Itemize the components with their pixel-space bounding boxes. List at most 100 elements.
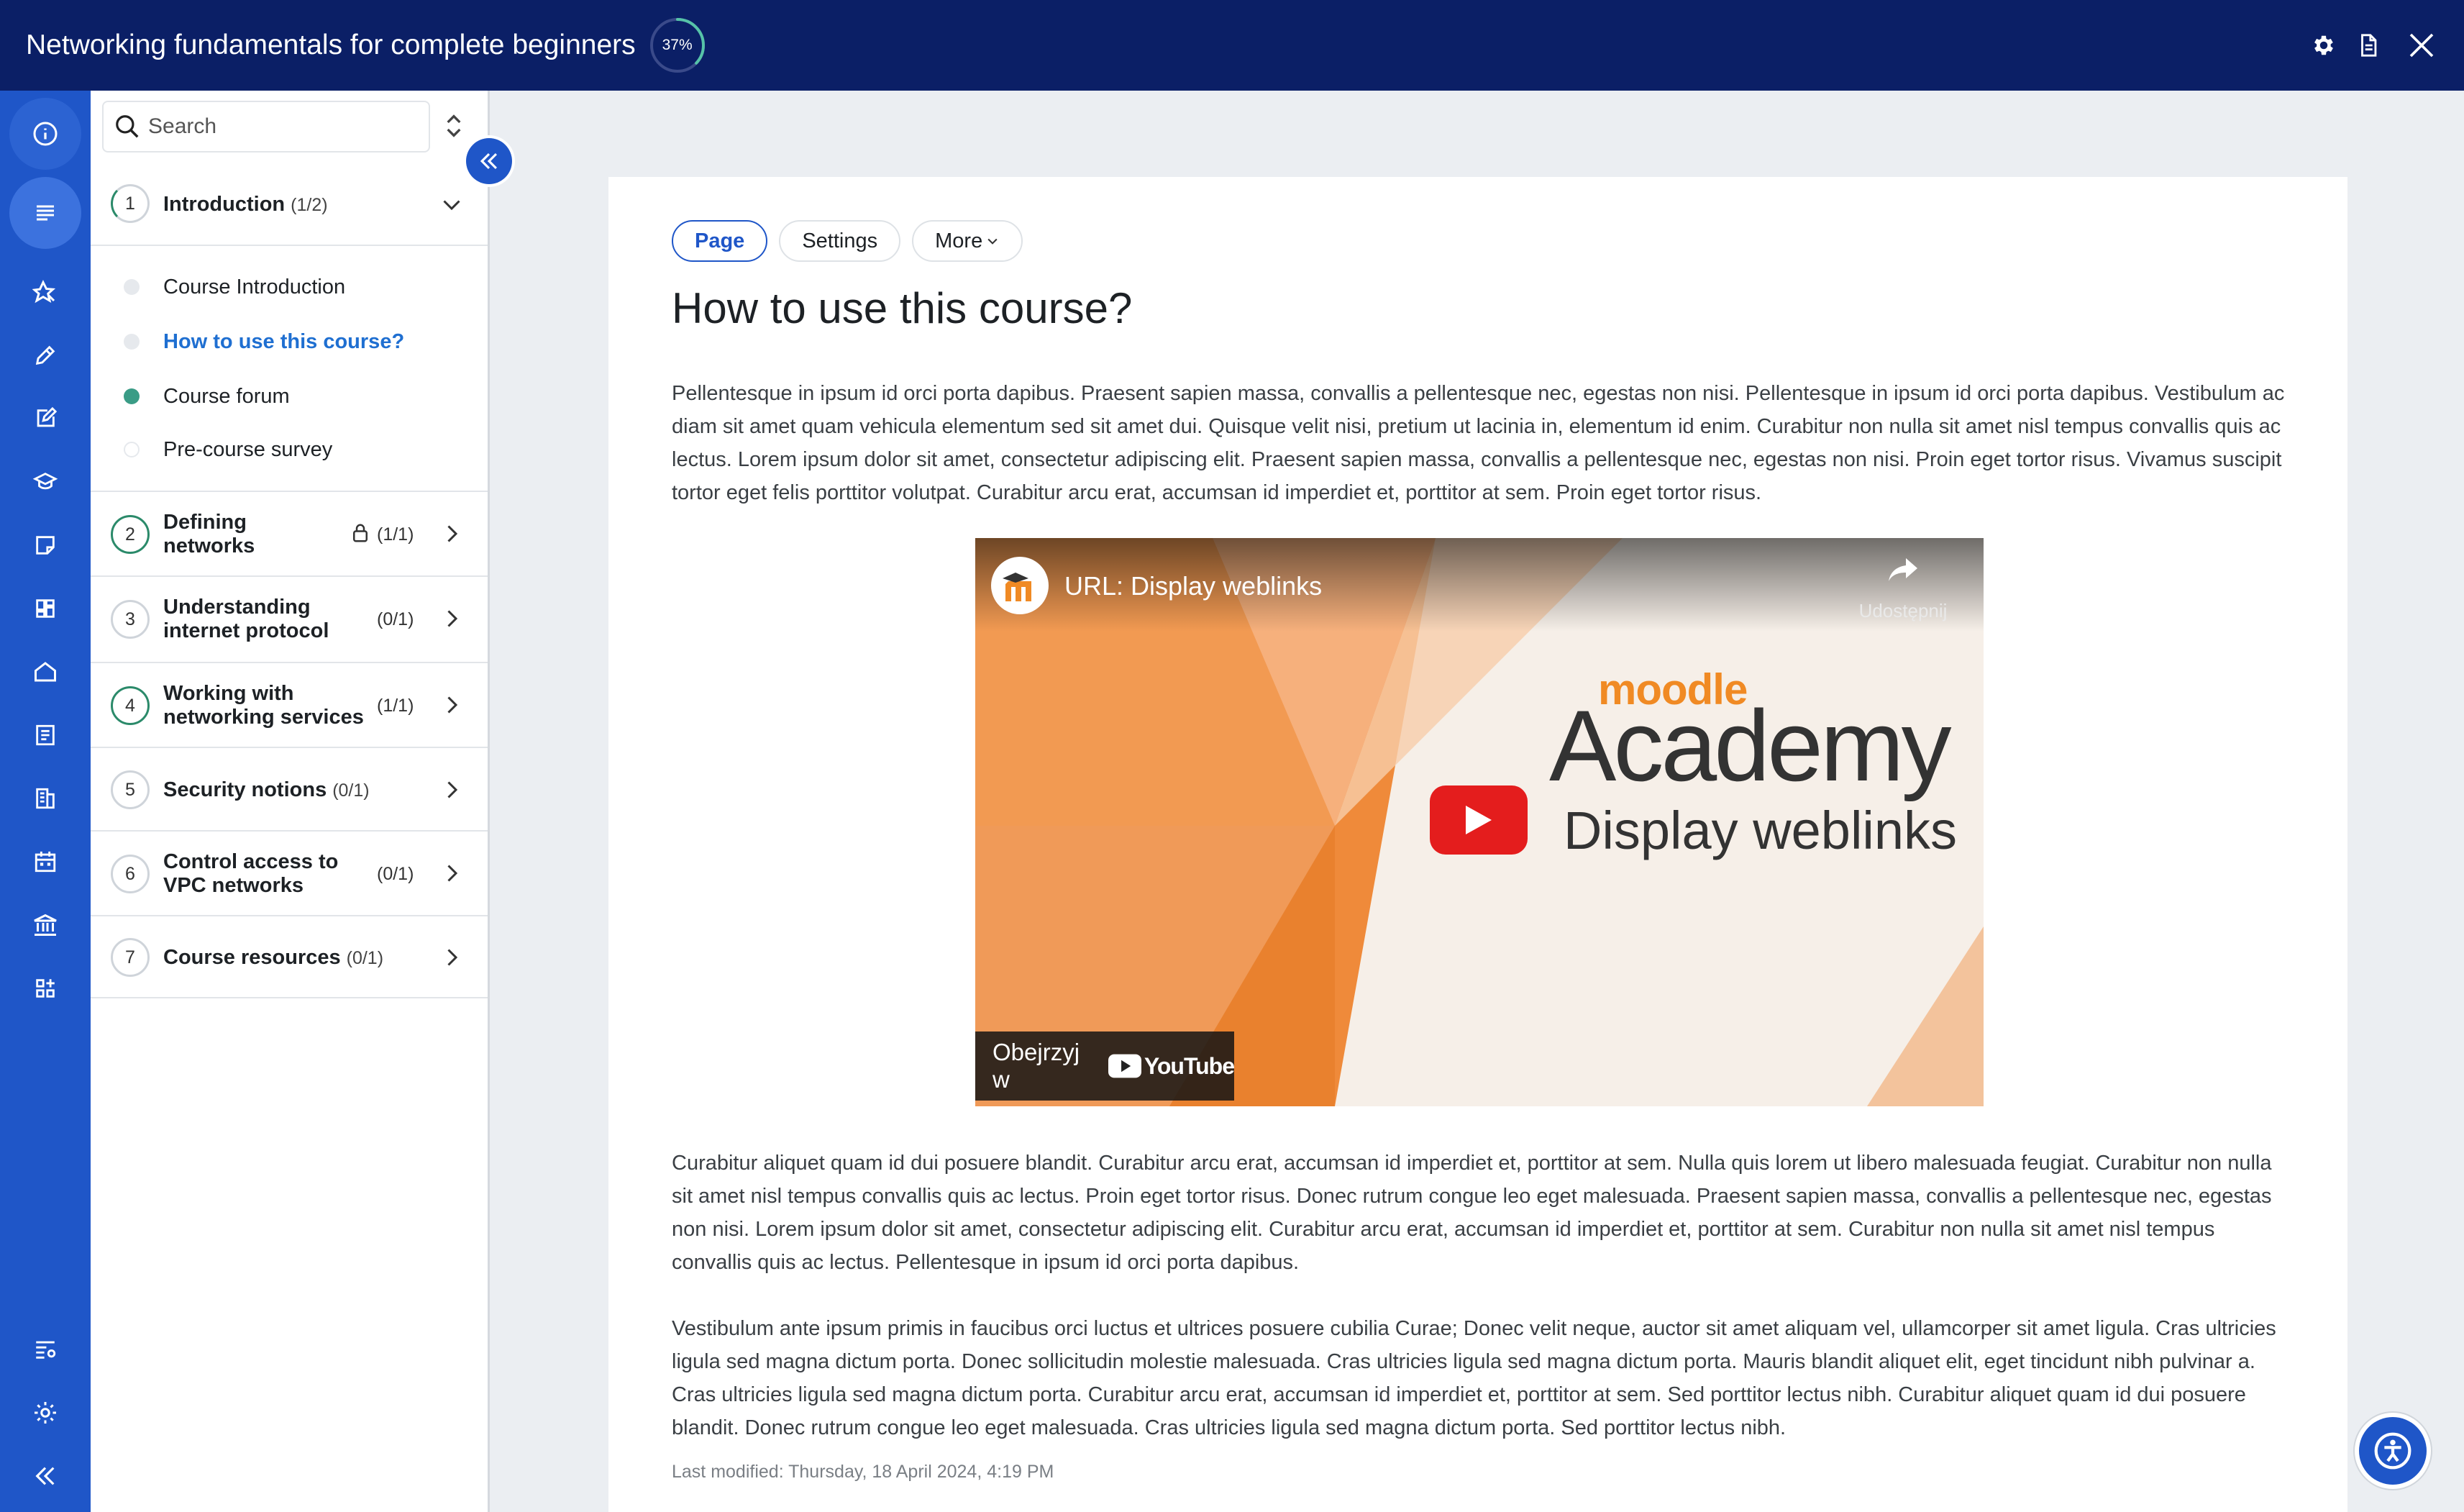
activity-label: How to use this course? xyxy=(163,329,405,353)
pencil-icon[interactable] xyxy=(9,319,81,391)
dashboard-icon[interactable] xyxy=(9,573,81,645)
lock-icon xyxy=(350,521,371,549)
expand-collapse-all-icon[interactable] xyxy=(436,108,472,144)
chevron-right-icon[interactable] xyxy=(439,692,465,721)
video-subtitle: Display weblinks xyxy=(1564,801,1957,860)
apps-icon[interactable] xyxy=(9,952,81,1024)
share-icon xyxy=(1889,558,1917,581)
graduation-cap-icon[interactable] xyxy=(9,446,81,518)
activity-how-to-use[interactable]: How to use this course? xyxy=(91,315,488,368)
chevron-right-icon[interactable] xyxy=(439,521,465,550)
course-index-drawer: 1 Introduction(1/2) Course Introduction … xyxy=(91,91,512,1512)
gear-icon[interactable] xyxy=(9,1377,81,1449)
section-title: Understanding internet protocol xyxy=(163,596,329,642)
activity-course-introduction[interactable]: Course Introduction xyxy=(91,260,488,314)
notes-icon[interactable] xyxy=(9,699,81,771)
accessibility-icon xyxy=(2374,1432,2411,1470)
activity-label: Course Introduction xyxy=(163,275,346,299)
course-index-icon[interactable] xyxy=(9,177,81,249)
content-card: Page Settings More How to use this cours… xyxy=(608,177,2347,1512)
badge-icon[interactable] xyxy=(9,256,81,328)
youtube-wordmark: YouTube xyxy=(1144,1052,1235,1079)
play-icon xyxy=(1466,806,1492,834)
search-icon xyxy=(116,115,139,138)
accessibility-button[interactable] xyxy=(2359,1417,2427,1485)
watch-on-label: Obejrzyj w xyxy=(993,1039,1080,1093)
section-title: Security notions (0/1) xyxy=(163,778,370,801)
section-count: (1/2) xyxy=(291,195,328,215)
paragraph-intro: Pellentesque in ipsum id orci porta dapi… xyxy=(672,382,2285,504)
chevron-right-icon[interactable] xyxy=(439,606,465,635)
edit-note-icon[interactable] xyxy=(9,383,81,455)
section-course-resources[interactable]: 7 Course resources (0/1) xyxy=(91,916,488,998)
status-dot xyxy=(124,442,140,457)
section-title: Defining networks xyxy=(163,511,255,557)
search-input[interactable] xyxy=(148,114,407,139)
course-title: Networking fundamentals for complete beg… xyxy=(26,29,636,60)
gear-icon[interactable] xyxy=(2306,27,2342,63)
secondary-navigation: Page Settings More xyxy=(672,220,1034,262)
section-control-access-vpc[interactable]: 6 Control access to VPC networks (0/1) xyxy=(91,832,488,916)
status-dot xyxy=(124,334,140,350)
chevron-right-icon[interactable] xyxy=(439,944,465,974)
section-defining-networks[interactable]: 2 Defining networks (1/1) xyxy=(91,492,488,577)
section-number: 6 xyxy=(111,855,150,893)
top-bar: Networking fundamentals for complete beg… xyxy=(0,0,2464,91)
calendar-icon[interactable] xyxy=(9,826,81,898)
section-number: 7 xyxy=(111,938,150,977)
video-embed[interactable]: URL: Display weblinks Udostępnij moodle … xyxy=(975,538,1984,1106)
section-count: (1/1) xyxy=(377,524,414,545)
status-dot xyxy=(124,388,140,404)
activity-pre-course-survey[interactable]: Pre-course survey xyxy=(91,423,488,476)
info-icon[interactable] xyxy=(9,98,81,170)
progress-label: 37% xyxy=(662,37,693,53)
tab-more-label: More xyxy=(935,229,983,252)
section-number: 5 xyxy=(111,770,150,809)
section-number: 4 xyxy=(111,686,150,725)
section-title: Working with networking services xyxy=(163,682,364,729)
tab-settings[interactable]: Settings xyxy=(779,220,901,262)
document-icon[interactable] xyxy=(2350,27,2386,63)
section-count: (0/1) xyxy=(377,864,414,884)
video-title: URL: Display weblinks xyxy=(1064,571,1323,601)
chevron-down-icon[interactable] xyxy=(439,191,465,221)
collapse-icon[interactable] xyxy=(9,1440,81,1512)
last-modified: Last modified: Thursday, 18 April 2024, … xyxy=(672,1462,1054,1482)
close-icon[interactable] xyxy=(2404,27,2440,63)
home-icon[interactable] xyxy=(9,636,81,708)
collapse-drawer-button[interactable] xyxy=(466,138,512,184)
section-understanding-internet-protocol[interactable]: 3 Understanding internet protocol (0/1) xyxy=(91,577,488,663)
section-security-notions[interactable]: 5 Security notions (0/1) xyxy=(91,748,488,832)
section-count: (0/1) xyxy=(346,948,384,968)
section-introduction[interactable]: 1 Introduction (1/2) xyxy=(91,163,488,246)
paragraph-body-2: Vestibulum ante ipsum primis in faucibus… xyxy=(672,1317,2276,1439)
search-field[interactable] xyxy=(102,101,430,152)
activity-course-forum[interactable]: Course forum xyxy=(91,370,488,423)
tab-page[interactable]: Page xyxy=(672,220,768,262)
watch-on-youtube-button[interactable]: Obejrzyj w YouTube xyxy=(975,1031,1235,1101)
progress-ring: 37% xyxy=(649,17,706,74)
youtube-icon xyxy=(1108,1054,1141,1078)
play-button[interactable] xyxy=(1430,785,1528,855)
double-chevron-left-icon xyxy=(480,152,498,170)
sticky-note-icon[interactable] xyxy=(9,509,81,581)
section-number: 1 xyxy=(111,184,150,223)
tab-more[interactable]: More xyxy=(912,220,1023,262)
section-title: Course resources (0/1) xyxy=(163,946,384,969)
chevron-right-icon[interactable] xyxy=(439,860,465,890)
paragraph-body-1: Curabitur aliquet quam id dui posuere bl… xyxy=(672,1152,2272,1274)
section-count: (1/1) xyxy=(377,696,414,716)
left-rail xyxy=(0,91,91,1512)
section-working-with-networking-services[interactable]: 4 Working with networking services (1/1) xyxy=(91,663,488,748)
share-label: Udostępnij xyxy=(1858,600,1948,621)
section-title: Control access to VPC networks xyxy=(163,850,339,897)
page-title: How to use this course? xyxy=(672,284,1133,332)
share-button[interactable]: Udostępnij xyxy=(1845,555,1961,627)
chevron-right-icon[interactable] xyxy=(439,777,465,806)
section-count: (0/1) xyxy=(377,609,414,629)
section-number: 2 xyxy=(111,515,150,554)
institution-icon[interactable] xyxy=(9,889,81,961)
settings-list-icon[interactable] xyxy=(9,1313,81,1385)
status-dot xyxy=(124,279,140,295)
reports-icon[interactable] xyxy=(9,762,81,834)
